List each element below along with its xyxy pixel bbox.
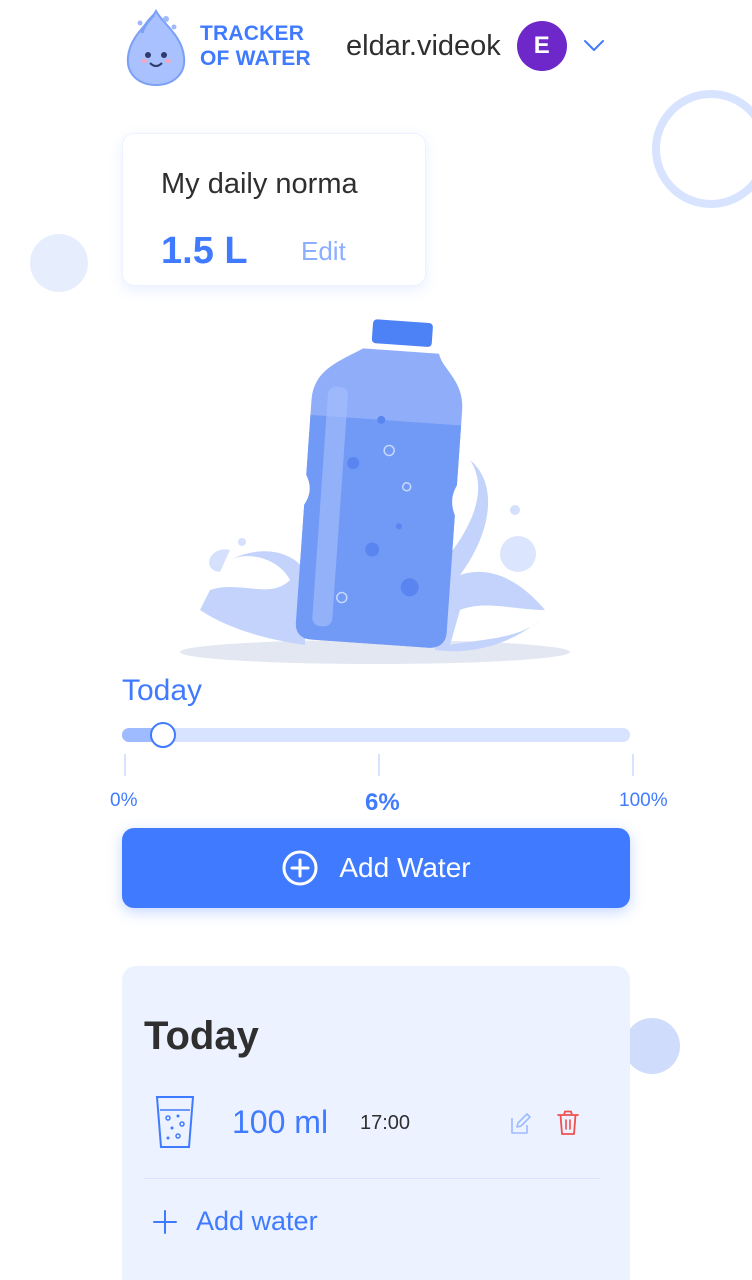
add-water-link-label: Add water (196, 1206, 318, 1236)
add-water-button[interactable]: Add Water (122, 828, 630, 908)
logo[interactable]: TRACKER OF WATER (120, 4, 320, 88)
tick-0 (124, 754, 126, 776)
entry-amount: 100 ml (232, 1104, 329, 1140)
progress-track[interactable] (122, 722, 630, 748)
today-log-title: Today (144, 1014, 259, 1058)
tick-label-max: 100% (619, 790, 668, 811)
avatar-initial: E (533, 32, 550, 59)
daily-norma-card: My daily norma 1.5 L Edit (122, 133, 426, 286)
decorative-dot (624, 1018, 680, 1074)
today-log-card: Today 100 ml 17:00 Add water (122, 966, 630, 1280)
tick-label-min: 0% (110, 790, 138, 811)
glass-icon (155, 1096, 195, 1148)
logo-line-2: OF WATER (200, 47, 311, 70)
progress-thumb[interactable] (150, 722, 176, 748)
decorative-dot (30, 234, 88, 292)
add-water-link[interactable]: Add water (152, 1206, 318, 1237)
user-menu[interactable]: eldar.videok E (346, 21, 605, 71)
plus-icon (153, 1209, 177, 1234)
water-bottle-illustration (180, 319, 570, 664)
plus-circle-icon (282, 850, 318, 886)
entry-time: 17:00 (360, 1112, 411, 1134)
add-water-button-label: Add Water (339, 852, 471, 883)
edit-norma-button[interactable]: Edit (301, 236, 346, 267)
decorative-ring (652, 90, 752, 208)
chevron-down-icon[interactable] (583, 39, 605, 53)
header: TRACKER OF WATER eldar.videok E (0, 0, 752, 96)
tick-label-current: 6% (365, 789, 400, 816)
app-page: TRACKER OF WATER eldar.videok E My daily… (0, 0, 752, 1280)
pencil-icon[interactable] (508, 1112, 532, 1136)
user-name[interactable]: eldar.videok (346, 30, 501, 63)
daily-norma-title: My daily norma (161, 168, 358, 200)
logo-line-1: TRACKER (200, 22, 305, 45)
water-drop-mascot-icon (126, 8, 186, 87)
trash-icon[interactable] (556, 1110, 580, 1136)
list-item: 100 ml 17:00 (142, 1092, 610, 1156)
daily-norma-value: 1.5 L (161, 230, 248, 272)
logo-text: TRACKER OF WATER (200, 21, 311, 71)
avatar[interactable]: E (516, 21, 567, 71)
tick-100 (632, 754, 634, 776)
tick-current (378, 754, 380, 776)
divider (144, 1178, 600, 1179)
today-progress-label: Today (122, 674, 203, 707)
